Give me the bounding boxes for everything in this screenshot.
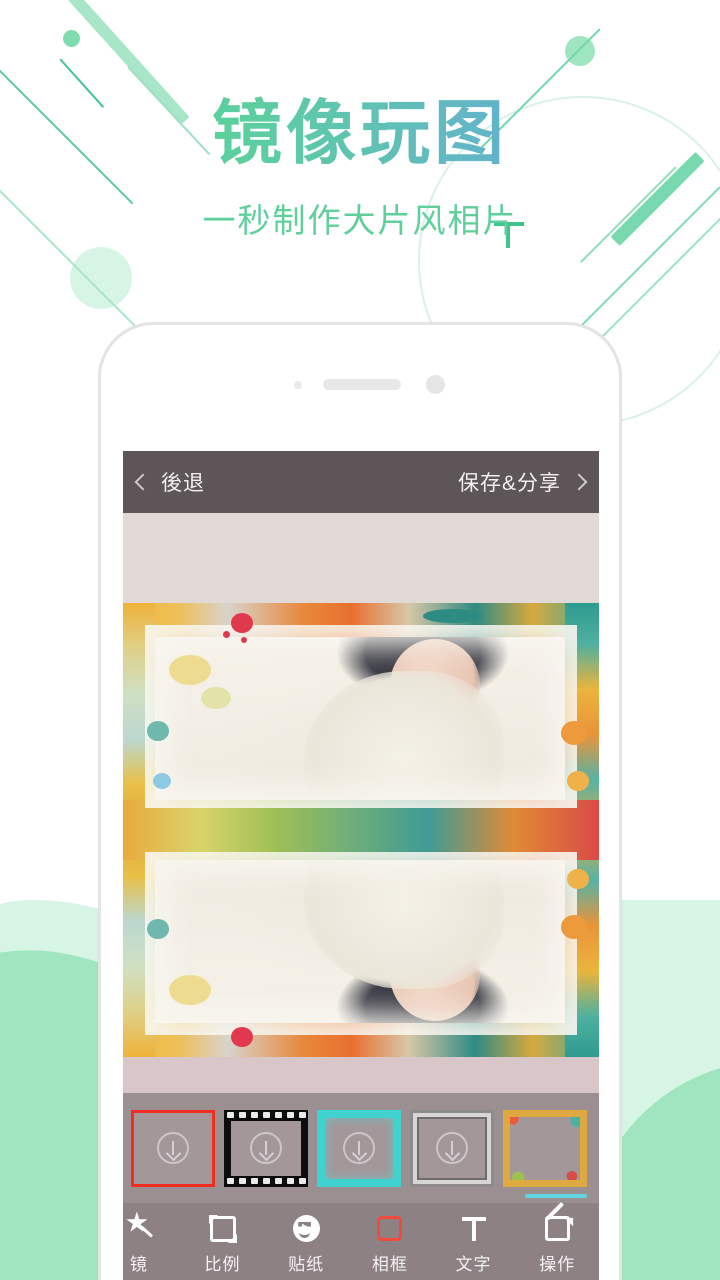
front-camera-icon	[426, 375, 445, 394]
promo-headline-block: 镜像玩图 一秒制作大片风相片	[0, 95, 720, 242]
promo-screenshot: 镜像玩图 一秒制作大片风相片 後退 保存&分享 镜 比例 贴纸 相框 文字 操作	[0, 0, 720, 1280]
promo-subtitle: 一秒制作大片风相片	[202, 201, 518, 239]
smiley-sticker-icon	[291, 1214, 321, 1244]
bg-dot-small	[63, 30, 80, 47]
frame-thumb-film-strip[interactable]	[224, 1109, 308, 1187]
phone-top-bezel	[101, 325, 619, 445]
tool-ratio-label: 比例	[204, 1254, 241, 1274]
tool-text[interactable]: 文字	[432, 1214, 516, 1275]
tool-text-label: 文字	[455, 1254, 492, 1274]
photo-half-bottom-mirrored	[123, 830, 599, 1057]
download-icon	[343, 1132, 375, 1164]
save-share-button[interactable]: 保存&分享	[457, 467, 588, 497]
film-perforation-bottom	[224, 1176, 308, 1187]
film-perforation-top	[224, 1110, 308, 1121]
download-icon	[250, 1132, 282, 1164]
scroll-indicator[interactable]	[525, 1194, 587, 1198]
frame-thumb-paint-splash[interactable]	[503, 1109, 587, 1187]
photo-sleeve-region	[303, 671, 504, 830]
chevron-left-icon	[134, 473, 152, 491]
phone-mockup: 後退 保存&分享 镜 比例 贴纸 相框 文字 操作	[98, 322, 622, 1280]
frame-thumb-silver-metal[interactable]	[410, 1109, 494, 1187]
tool-mirror-label: 镜	[129, 1254, 148, 1274]
bg-dot-pale	[70, 247, 132, 309]
edit-pencil-icon	[542, 1214, 572, 1244]
tool-sticker[interactable]: 贴纸	[264, 1214, 348, 1275]
crop-ratio-icon	[208, 1214, 238, 1244]
back-button[interactable]: 後退	[134, 467, 205, 497]
frame-thumb-teal-grunge[interactable]	[317, 1109, 401, 1187]
tool-edit[interactable]: 操作	[515, 1214, 599, 1275]
sensor-icon	[294, 381, 302, 389]
photo-sleeve-region-mirror	[303, 830, 504, 989]
frame-thumb-red-border[interactable]	[131, 1109, 215, 1187]
tool-mirror[interactable]: 镜	[123, 1214, 181, 1275]
chevron-right-icon	[570, 473, 588, 491]
tool-frame-label: 相框	[371, 1254, 408, 1274]
save-share-label: 保存&分享	[457, 472, 561, 495]
photo-image	[123, 603, 599, 830]
bg-dot-large	[565, 36, 595, 66]
canvas-bottom-padding	[123, 1057, 599, 1093]
phone-screen: 後退 保存&分享 镜 比例 贴纸 相框 文字 操作	[123, 451, 599, 1280]
speaker-grille-icon	[323, 379, 401, 390]
mirrored-photo[interactable]	[123, 603, 599, 1057]
photo-canvas[interactable]	[123, 513, 599, 1093]
magic-wand-icon	[124, 1214, 154, 1244]
editor-toolbar[interactable]: 镜 比例 贴纸 相框 文字 操作	[123, 1203, 599, 1280]
app-topbar: 後退 保存&分享	[123, 451, 599, 513]
photo-half-top	[123, 603, 599, 830]
promo-title: 镜像玩图	[0, 95, 720, 172]
tool-sticker-label: 贴纸	[288, 1254, 325, 1274]
frame-thumbnail-strip[interactable]	[123, 1093, 599, 1203]
photo-frame-icon	[375, 1214, 405, 1244]
download-icon	[157, 1132, 189, 1164]
photo-image-mirror	[123, 830, 599, 1057]
download-icon	[436, 1132, 468, 1164]
canvas-top-padding	[123, 513, 599, 603]
back-button-label: 後退	[161, 472, 205, 495]
text-t-icon	[459, 1214, 489, 1244]
tool-ratio[interactable]: 比例	[181, 1214, 265, 1275]
tool-frame[interactable]: 相框	[348, 1214, 432, 1275]
tool-edit-label: 操作	[539, 1254, 576, 1274]
